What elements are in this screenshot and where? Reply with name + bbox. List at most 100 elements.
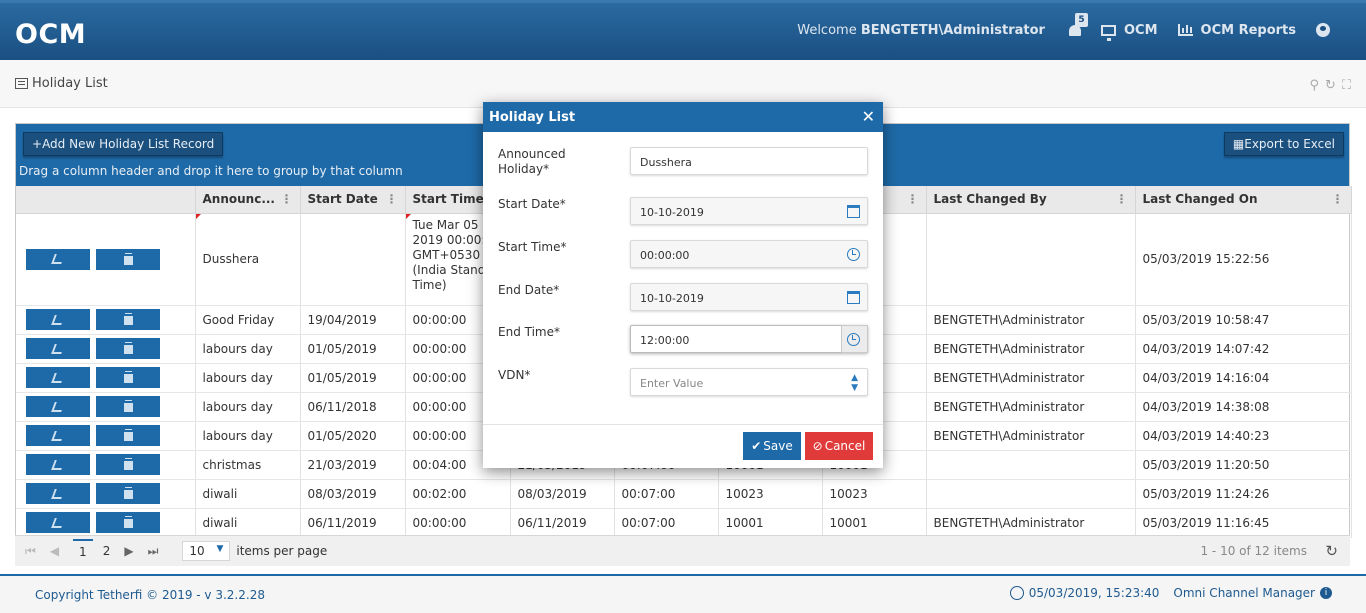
trash-icon [123, 517, 133, 528]
cell-holiday: Good Friday [195, 305, 301, 335]
footer-datetime: 05/03/2019, 15:23:40 [1028, 586, 1160, 600]
cell-changed-by: BENGTETH\Administrator [926, 392, 1136, 422]
excel-icon: ▦ [1232, 137, 1245, 151]
cell-start-date-text: 06/11/2018 [307, 399, 377, 414]
cell-vdn-text: 10001 [725, 515, 764, 530]
start-date-input[interactable]: 10-10-2019 [630, 197, 868, 225]
col-announced-holiday[interactable]: Announc... ⋮ [195, 186, 301, 214]
edit-button[interactable] [26, 512, 90, 533]
col-last-changed-by[interactable]: Last Changed By ⋮ [926, 186, 1136, 214]
end-date-input[interactable]: 10-10-2019 [630, 283, 868, 311]
last-page-icon[interactable]: ⏭ [148, 544, 159, 559]
cell-start-date: 19/04/2019 [300, 305, 406, 335]
edit-button[interactable] [26, 248, 90, 270]
page-size-select[interactable]: 10 ▼ [182, 541, 231, 561]
edit-button[interactable] [26, 338, 90, 359]
cell-end-time: 00:07:00 [614, 508, 719, 538]
pencil-icon [51, 430, 65, 441]
cell-end-date-text: 06/11/2019 [517, 515, 587, 530]
table-row[interactable]: diwali 06/11/2019 00:00:00 06/11/2019 00:07:… [16, 508, 1352, 538]
search-icon[interactable]: ⚲ [1309, 78, 1319, 93]
welcome-text: Welcome BENGTETH\Administrator [797, 22, 1045, 38]
edit-button[interactable] [26, 367, 90, 388]
spinner-arrows-icon[interactable]: ▲ ▼ [851, 373, 858, 393]
cell-vdn: 10001 [718, 508, 823, 538]
cell-changed-by-text: BENGTETH\Administrator [933, 515, 1085, 530]
cell-holiday-text: labours day [202, 428, 273, 443]
announced-holiday-input[interactable]: Dusshera [630, 147, 868, 175]
delete-button[interactable] [96, 367, 160, 388]
delete-button[interactable] [96, 512, 160, 533]
export-excel-button[interactable]: ▦Export to Excel [1223, 132, 1344, 156]
delete-button[interactable] [96, 454, 160, 475]
cell-holiday-text: labours day [202, 399, 273, 414]
start-time-input[interactable]: 00:00:00 [630, 240, 868, 268]
cell-start-time-text: 00:00:00 [412, 370, 467, 385]
calendar-icon[interactable] [847, 291, 860, 304]
pencil-icon [51, 459, 65, 470]
delete-button[interactable] [96, 248, 160, 270]
monitor-icon [1100, 24, 1116, 41]
cell-start-time-text: 00:00:00 [412, 515, 467, 530]
delete-button[interactable] [96, 309, 160, 330]
delete-button[interactable] [96, 425, 160, 446]
nav-ocm[interactable]: OCM [1100, 23, 1158, 41]
nav-ocm-reports[interactable]: OCM Reports [1177, 23, 1296, 38]
cell-changed-on-text: 05/03/2019 15:22:56 [1142, 252, 1270, 266]
cell-holiday-text: labours day [202, 370, 273, 385]
cell-holiday-text: diwali [202, 515, 238, 530]
trash-icon [123, 488, 133, 499]
delete-button[interactable] [96, 483, 160, 504]
reload-icon[interactable]: ↻ [1325, 542, 1338, 560]
table-row[interactable]: diwali 08/03/2019 00:02:00 08/03/2019 00:07:… [16, 479, 1352, 509]
pencil-icon [51, 372, 65, 383]
cell-changed-by: BENGTETH\Administrator [926, 305, 1136, 335]
cell-holiday: labours day [195, 334, 301, 364]
vdn-input[interactable]: Enter Value ▲ ▼ [630, 368, 868, 396]
info-icon[interactable]: i [1320, 587, 1332, 599]
first-page-icon[interactable]: ⏮ [25, 544, 36, 559]
cell-start-date-text: 19/04/2019 [307, 312, 377, 327]
clock-icon[interactable] [847, 333, 860, 346]
calendar-icon[interactable] [847, 205, 860, 218]
add-record-button[interactable]: +Add New Holiday List Record [23, 132, 224, 156]
cell-start-time-text: 00:02:00 [412, 486, 467, 501]
user-icon[interactable] [1316, 23, 1330, 37]
next-page-icon[interactable]: ▶ [124, 544, 133, 558]
edit-button[interactable] [26, 396, 90, 417]
col-start-date[interactable]: Start Date ⋮ [300, 186, 406, 214]
cell-e: 10001 [822, 508, 927, 538]
fullscreen-icon[interactable]: ⛶ [1342, 78, 1351, 93]
actions [16, 421, 196, 451]
prev-page-icon[interactable]: ◀ [50, 544, 59, 558]
cell-changed-on-text: 04/03/2019 14:16:04 [1142, 370, 1270, 385]
refresh-icon[interactable]: ↻ [1325, 78, 1336, 93]
delete-button[interactable] [96, 338, 160, 359]
edit-button[interactable] [26, 425, 90, 446]
save-button[interactable]: ✔ Save [743, 432, 801, 460]
end-time-input[interactable]: 12:00:00 [630, 325, 868, 353]
edit-button[interactable] [26, 483, 90, 504]
clock-icon[interactable] [847, 248, 860, 261]
cancel-button[interactable]: ⊘ Cancel [805, 432, 873, 460]
clock-icon [1009, 586, 1024, 600]
notification-bell-icon[interactable]: 5 [1067, 13, 1088, 39]
close-icon[interactable]: ✕ [862, 107, 875, 126]
cell-changed-by [926, 479, 1136, 509]
list-icon [15, 78, 28, 89]
edit-button[interactable] [26, 309, 90, 330]
page-1[interactable]: 1 [73, 539, 93, 563]
dialog-title: Holiday List [483, 102, 883, 132]
col-last-changed-on[interactable]: Last Changed On ⋮ [1135, 186, 1352, 214]
cell-holiday-text: christmas [202, 457, 262, 472]
app-logo[interactable]: OCM [15, 19, 86, 50]
cell-start-date: 01/05/2019 [300, 334, 406, 364]
delete-button[interactable] [96, 396, 160, 417]
trash-icon [123, 459, 133, 470]
vdn-label: VDN* [498, 368, 531, 382]
cell-changed-on: 05/03/2019 10:58:47 [1135, 305, 1352, 335]
page-2[interactable]: 2 [103, 544, 111, 558]
cell-start-time: 00:00:00 [405, 508, 511, 538]
pencil-icon [51, 314, 65, 325]
edit-button[interactable] [26, 454, 90, 475]
